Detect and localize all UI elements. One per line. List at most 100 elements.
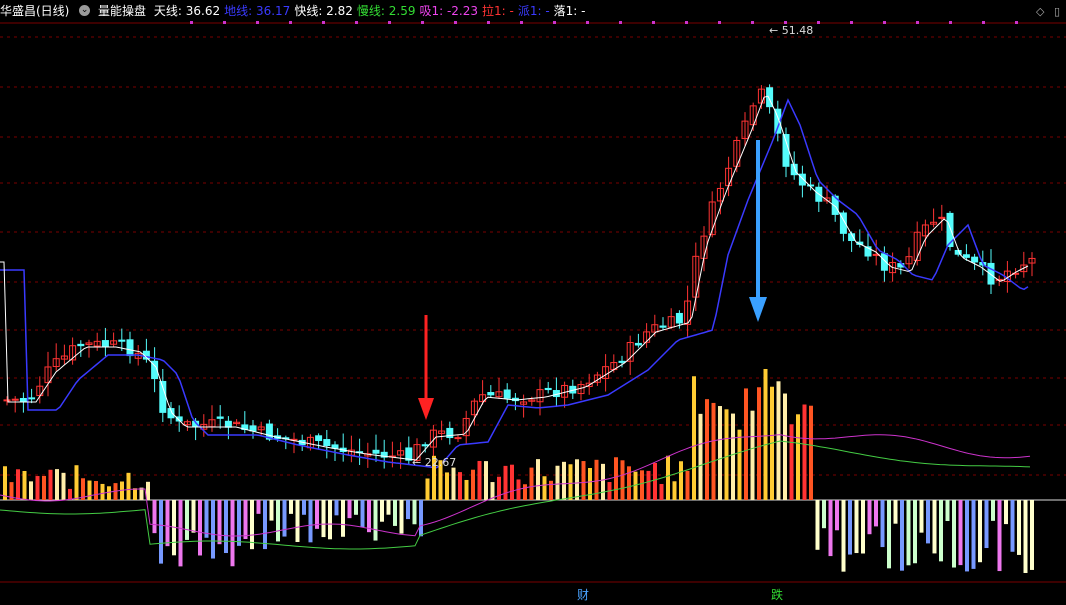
volume-bar <box>503 465 508 500</box>
candle-down <box>28 397 36 400</box>
ma-slow-line <box>0 98 1029 469</box>
volume-bar <box>646 470 651 500</box>
low-price-label: ← 22.67 <box>412 456 456 469</box>
volume-bar <box>653 462 657 500</box>
volume-bar <box>666 455 670 500</box>
expand-icon[interactable]: ▯ <box>1054 5 1060 18</box>
volume-bar <box>705 399 709 500</box>
volume-bar <box>672 481 677 500</box>
top-dot <box>982 21 985 24</box>
volume-bar <box>3 466 7 500</box>
volume-bar <box>484 461 488 500</box>
volume-bar <box>35 476 40 500</box>
volume-bar <box>711 402 716 500</box>
volume-bar <box>302 500 306 515</box>
volume-bar <box>94 480 98 500</box>
volume-bar <box>250 500 254 550</box>
volume-bar <box>809 405 813 500</box>
diamond-icon[interactable]: ◇ <box>1036 5 1044 18</box>
volume-bar <box>107 486 111 500</box>
volume-bar <box>237 500 241 546</box>
volume-bar <box>425 478 430 500</box>
candle-down <box>618 360 626 363</box>
volume-bar <box>419 500 423 537</box>
volume-bar <box>451 467 456 500</box>
volume-bar <box>724 409 729 500</box>
volume-bar <box>549 480 553 500</box>
volume-bar <box>29 481 33 500</box>
candle-down <box>782 134 790 167</box>
volume-bar <box>373 500 378 541</box>
volume-bar <box>900 500 904 571</box>
volume-bar <box>861 500 865 554</box>
volume-bar <box>191 500 196 533</box>
volume-bar <box>620 460 625 500</box>
candle-down <box>487 392 495 396</box>
candle-down <box>659 325 667 328</box>
volume-bar <box>679 461 683 500</box>
candle-down <box>249 425 257 432</box>
volume-bar <box>328 500 332 540</box>
volume-bar <box>848 500 852 555</box>
candle-up <box>454 437 462 440</box>
top-dot <box>949 21 952 24</box>
volume-bar <box>204 500 209 538</box>
top-dot <box>850 21 853 24</box>
volume-bar <box>685 470 690 500</box>
volume-bar <box>965 500 969 572</box>
volume-bar <box>159 500 163 564</box>
volume-bar <box>61 472 66 500</box>
volume-bar <box>984 500 989 549</box>
candle-up <box>11 398 19 401</box>
volume-bar <box>42 475 46 500</box>
volume-bar <box>796 414 800 500</box>
volume-bar <box>614 457 618 500</box>
volume-bar <box>230 500 235 567</box>
volume-bar <box>269 500 274 521</box>
volume-bar <box>978 500 982 563</box>
volume-bar <box>601 463 605 500</box>
volume-bar <box>997 500 1002 572</box>
kline-chart[interactable]: ← 51.48 ← 22.67 <box>0 0 1066 605</box>
volume-bar <box>874 500 878 527</box>
volume-bar <box>263 500 267 550</box>
volume-bar <box>698 413 703 500</box>
candle-down <box>503 389 511 399</box>
volume-bar <box>939 500 943 562</box>
volume-bar <box>568 464 573 500</box>
high-price-label: ← 51.48 <box>769 24 813 37</box>
candle-down <box>971 256 979 263</box>
top-dot <box>1015 21 1018 24</box>
volume-bar <box>386 500 391 515</box>
top-dot <box>652 21 655 24</box>
volume-bar <box>152 500 157 534</box>
volume-bar <box>555 465 560 500</box>
volume-bar <box>887 500 891 569</box>
top-dot <box>916 21 919 24</box>
volume-bar <box>542 476 547 500</box>
volume-bar <box>295 500 300 542</box>
volume-bar <box>1010 500 1015 552</box>
volume-bar <box>945 500 950 522</box>
candle-down <box>405 447 413 461</box>
candle-down <box>224 420 232 428</box>
candle-down <box>331 444 339 449</box>
volume-bar <box>224 500 228 554</box>
volume-bar <box>926 500 930 544</box>
volume-bar <box>380 500 384 522</box>
volume-bar <box>867 500 872 535</box>
volume-bar <box>458 472 462 500</box>
volume-bar <box>399 500 404 534</box>
volume-bar <box>802 404 807 500</box>
volume-bar <box>581 461 586 500</box>
volume-bar <box>731 413 735 500</box>
volume-bar <box>211 500 215 559</box>
volume-bar <box>640 470 644 500</box>
volume-bar <box>835 500 839 531</box>
top-dot <box>388 21 391 24</box>
candle-down <box>315 435 323 442</box>
volume-bar <box>74 465 79 500</box>
volume-bar <box>185 500 189 540</box>
volume-bar <box>627 466 631 500</box>
top-dot <box>223 21 226 24</box>
